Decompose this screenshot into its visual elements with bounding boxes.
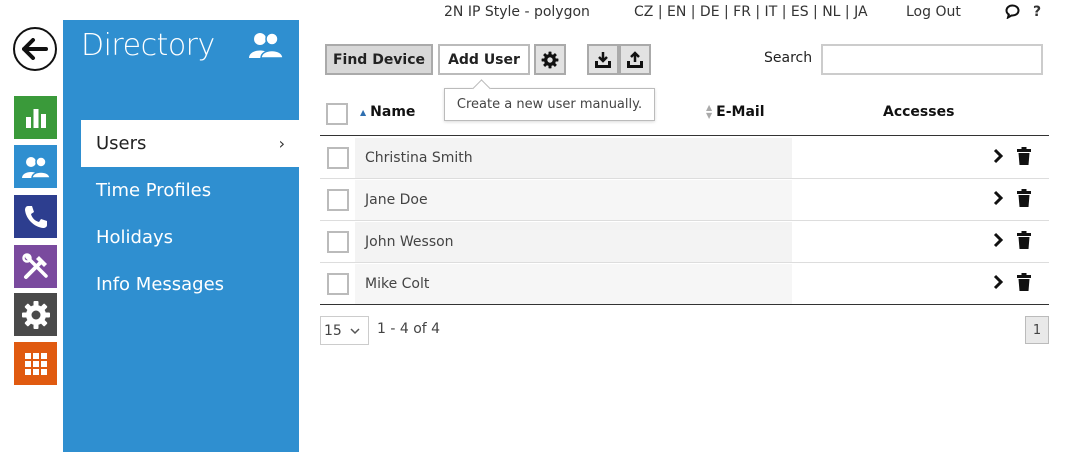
chevron-down-icon (350, 323, 360, 339)
page-title: Directory (81, 28, 215, 63)
system-menu-tile[interactable] (14, 342, 57, 385)
calls-menu-tile[interactable] (14, 195, 57, 238)
row-checkbox[interactable] (327, 273, 349, 295)
row-checkbox[interactable] (327, 147, 349, 169)
main-menu-rail (0, 0, 63, 452)
per-page-value: 15 (324, 322, 342, 339)
status-menu-tile[interactable] (14, 96, 57, 139)
user-name: Mike Colt (365, 276, 430, 292)
trash-icon[interactable] (1017, 147, 1031, 169)
email-column-header[interactable]: ▲ ▼ E-Mail (706, 103, 765, 121)
page-button[interactable]: 1 (1025, 316, 1049, 344)
section-nav: Users › Time Profiles Holidays Info Mess… (81, 120, 299, 308)
search-input[interactable] (821, 44, 1043, 75)
directory-menu-tile[interactable] (14, 145, 57, 188)
gear-icon (541, 51, 559, 68)
language-selector[interactable]: CZ | EN | DE | FR | IT | ES | NL | JA (634, 4, 868, 20)
download-tray-icon (595, 51, 611, 68)
user-name: John Wesson (365, 234, 454, 250)
users-icon (247, 31, 285, 63)
arrow-left-icon (22, 38, 48, 60)
chevron-right-icon[interactable] (992, 190, 1004, 210)
users-table-body: Christina Smith Jane Doe John Wesson Mik… (320, 137, 1049, 305)
trash-icon[interactable] (1017, 189, 1031, 211)
name-column-header[interactable]: ▲ Name (360, 104, 415, 120)
nav-item-time-profiles[interactable]: Time Profiles (81, 167, 299, 214)
chevron-right-icon[interactable] (992, 148, 1004, 168)
find-device-button[interactable]: Find Device (325, 44, 433, 75)
per-page-select[interactable]: 15 (320, 316, 369, 345)
back-button[interactable] (13, 27, 57, 71)
nav-item-label: Info Messages (96, 274, 225, 295)
chevron-right-icon[interactable] (992, 232, 1004, 252)
nav-item-holidays[interactable]: Holidays (81, 214, 299, 261)
grid-icon (24, 352, 47, 375)
import-button[interactable] (587, 44, 619, 75)
hardware-menu-tile[interactable] (14, 245, 57, 288)
sort-ascending-icon: ▲ (360, 107, 367, 117)
export-button[interactable] (619, 44, 651, 75)
upload-tray-icon (627, 50, 643, 68)
users-table-header: ▲ Name ▲ ▼ E-Mail Accesses (320, 96, 1049, 136)
sort-icon: ▲ ▼ (706, 103, 713, 120)
add-user-button[interactable]: Add User (438, 44, 530, 75)
user-name: Jane Doe (365, 192, 428, 208)
logout-link[interactable]: Log Out (906, 4, 961, 20)
email-header-label: E-Mail (716, 104, 765, 120)
nav-item-label: Users (96, 133, 147, 154)
table-row[interactable]: Jane Doe (320, 179, 1049, 221)
help-icon[interactable]: ? (1033, 4, 1041, 20)
chat-bubble-icon[interactable] (1005, 4, 1020, 23)
gear-icon (21, 300, 50, 329)
table-row[interactable]: Mike Colt (320, 263, 1049, 305)
users-icon (21, 155, 51, 179)
top-bar: 2N IP Style - polygon CZ | EN | DE | FR … (300, 4, 1065, 22)
nav-item-users[interactable]: Users › (81, 120, 299, 167)
settings-button[interactable] (534, 44, 566, 75)
chevron-right-icon: › (278, 134, 285, 153)
row-checkbox[interactable] (327, 189, 349, 211)
search-label: Search (764, 50, 813, 66)
pagination-range: 1 - 4 of 4 (377, 321, 441, 337)
bar-chart-icon (25, 108, 46, 128)
nav-item-info-messages[interactable]: Info Messages (81, 261, 299, 308)
table-row[interactable]: John Wesson (320, 221, 1049, 263)
row-checkbox[interactable] (327, 231, 349, 253)
services-menu-tile[interactable] (14, 293, 57, 336)
chevron-right-icon[interactable] (992, 274, 1004, 294)
name-header-label: Name (370, 104, 416, 120)
device-name: 2N IP Style - polygon (444, 4, 590, 20)
table-row[interactable]: Christina Smith (320, 137, 1049, 179)
accesses-column-header: Accesses (883, 104, 954, 120)
nav-item-label: Time Profiles (96, 180, 212, 201)
trash-icon[interactable] (1017, 231, 1031, 253)
trash-icon[interactable] (1017, 273, 1031, 295)
tools-icon (21, 252, 48, 279)
directory-panel: Directory Users › Time Profiles Holidays… (63, 20, 299, 452)
user-name: Christina Smith (365, 150, 473, 166)
nav-item-label: Holidays (96, 227, 174, 248)
select-all-checkbox[interactable] (326, 103, 348, 125)
accesses-header-label: Accesses (883, 104, 955, 120)
phone-icon (24, 205, 47, 228)
